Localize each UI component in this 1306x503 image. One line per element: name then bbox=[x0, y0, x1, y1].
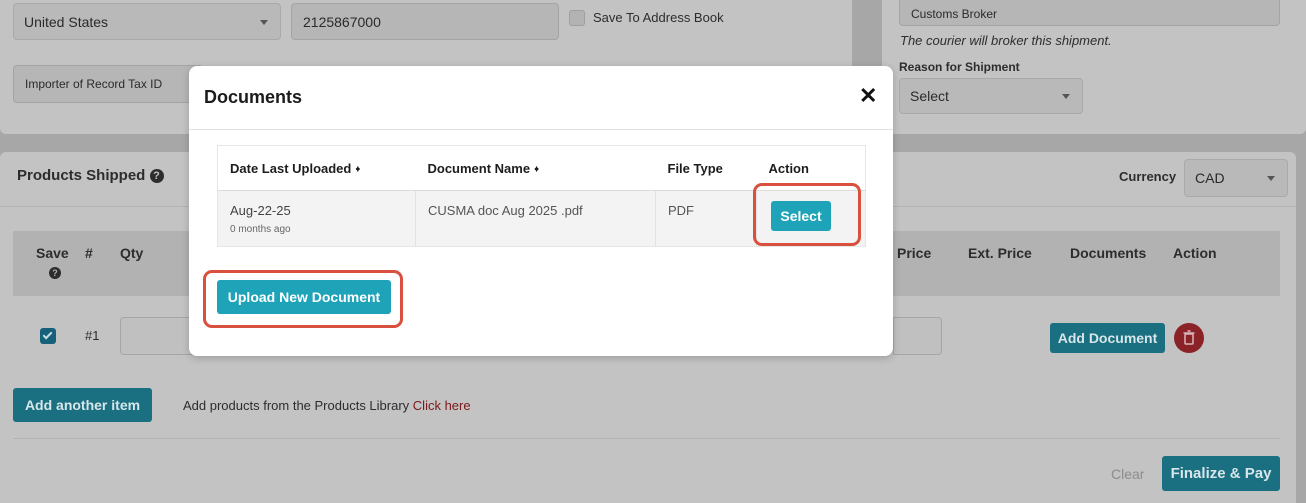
modal-title: Documents bbox=[204, 87, 303, 107]
col-name-label: Document Name bbox=[427, 160, 531, 176]
type-cell: PDF bbox=[655, 190, 757, 247]
modal-divider bbox=[189, 129, 893, 130]
reason-value: Select bbox=[910, 88, 949, 104]
close-icon[interactable]: ✕ bbox=[859, 85, 877, 107]
help-icon[interactable]: ? bbox=[149, 169, 164, 183]
date-age: 0 months ago bbox=[230, 224, 291, 235]
chevron-down-icon bbox=[1267, 176, 1275, 181]
reason-select[interactable]: Select bbox=[899, 78, 1083, 114]
customs-broker-value: Customs Broker bbox=[911, 7, 998, 21]
finalize-pay-button[interactable]: Finalize & Pay bbox=[1162, 456, 1280, 491]
clear-button[interactable]: Clear bbox=[1111, 466, 1144, 482]
add-document-button[interactable]: Add Document bbox=[1050, 323, 1165, 353]
col-action-label: Action bbox=[768, 160, 809, 176]
currency-select[interactable]: CAD bbox=[1184, 159, 1288, 197]
sort-icon: ▲ ▼ bbox=[533, 164, 541, 174]
country-select[interactable]: United States bbox=[13, 3, 281, 40]
customs-broker-field[interactable]: Customs Broker bbox=[899, 0, 1280, 26]
delete-button[interactable] bbox=[1174, 323, 1204, 353]
importer-tax-placeholder: Importer of Record Tax ID bbox=[25, 77, 163, 91]
add-another-item-button[interactable]: Add another item bbox=[13, 388, 152, 422]
products-shipped-title: Products Shipped ? bbox=[17, 167, 164, 184]
date-value: Aug-22-25 bbox=[230, 203, 291, 218]
chevron-down-icon bbox=[1062, 94, 1070, 99]
products-library-text: Add products from the Products Library C… bbox=[183, 398, 471, 413]
currency-label: Currency bbox=[1119, 169, 1177, 184]
currency-value: CAD bbox=[1195, 170, 1225, 186]
col-qty: Qty bbox=[120, 245, 144, 261]
row-number: #1 bbox=[85, 328, 100, 343]
divider bbox=[13, 438, 1280, 439]
phone-value: 2125867000 bbox=[303, 13, 381, 30]
save-address-label: Save To Address Book bbox=[593, 10, 724, 25]
click-here-link[interactable]: Click here bbox=[413, 398, 471, 413]
col-type-header: File Type bbox=[655, 145, 757, 191]
trash-icon bbox=[1183, 330, 1195, 345]
col-type-label: File Type bbox=[667, 160, 723, 176]
col-date-header[interactable]: Date Last Uploaded ▲ ▼ bbox=[217, 145, 416, 191]
name-cell: CUSMA doc Aug 2025 .pdf bbox=[415, 190, 656, 247]
col-documents: Documents bbox=[1070, 245, 1147, 261]
help-icon[interactable]: ? bbox=[49, 267, 61, 279]
upload-highlight bbox=[203, 270, 403, 328]
chevron-down-icon bbox=[260, 19, 268, 25]
col-save: Save bbox=[36, 245, 69, 261]
products-shipped-text: Products Shipped bbox=[17, 167, 146, 184]
phone-input[interactable]: 2125867000 bbox=[291, 3, 559, 40]
col-name-header[interactable]: Document Name ▲ ▼ bbox=[415, 145, 656, 191]
col-date-label: Date Last Uploaded bbox=[230, 160, 352, 176]
importer-tax-input[interactable]: Importer of Record Tax ID bbox=[13, 65, 203, 103]
reason-label: Reason for Shipment bbox=[899, 60, 1020, 74]
col-ext-price: Ext. Price bbox=[968, 245, 1032, 261]
col-number: # bbox=[85, 245, 93, 261]
col-action: Action bbox=[1173, 245, 1217, 261]
check-icon bbox=[42, 329, 53, 340]
sort-icon: ▲ ▼ bbox=[354, 164, 362, 174]
file-type: PDF bbox=[668, 203, 694, 218]
select-highlight bbox=[753, 183, 861, 246]
products-library-label: Add products from the Products Library bbox=[183, 398, 410, 413]
country-value: United States bbox=[24, 13, 109, 30]
save-checkbox[interactable] bbox=[40, 328, 56, 344]
col-price: Price bbox=[897, 245, 932, 261]
broker-note: The courier will broker this shipment. bbox=[900, 33, 1112, 48]
price-input[interactable] bbox=[893, 317, 942, 355]
document-name: CUSMA doc Aug 2025 .pdf bbox=[428, 203, 583, 218]
date-cell: Aug-22-25 0 months ago bbox=[217, 190, 416, 247]
qty-input[interactable] bbox=[120, 317, 200, 355]
save-address-checkbox[interactable] bbox=[569, 10, 585, 26]
